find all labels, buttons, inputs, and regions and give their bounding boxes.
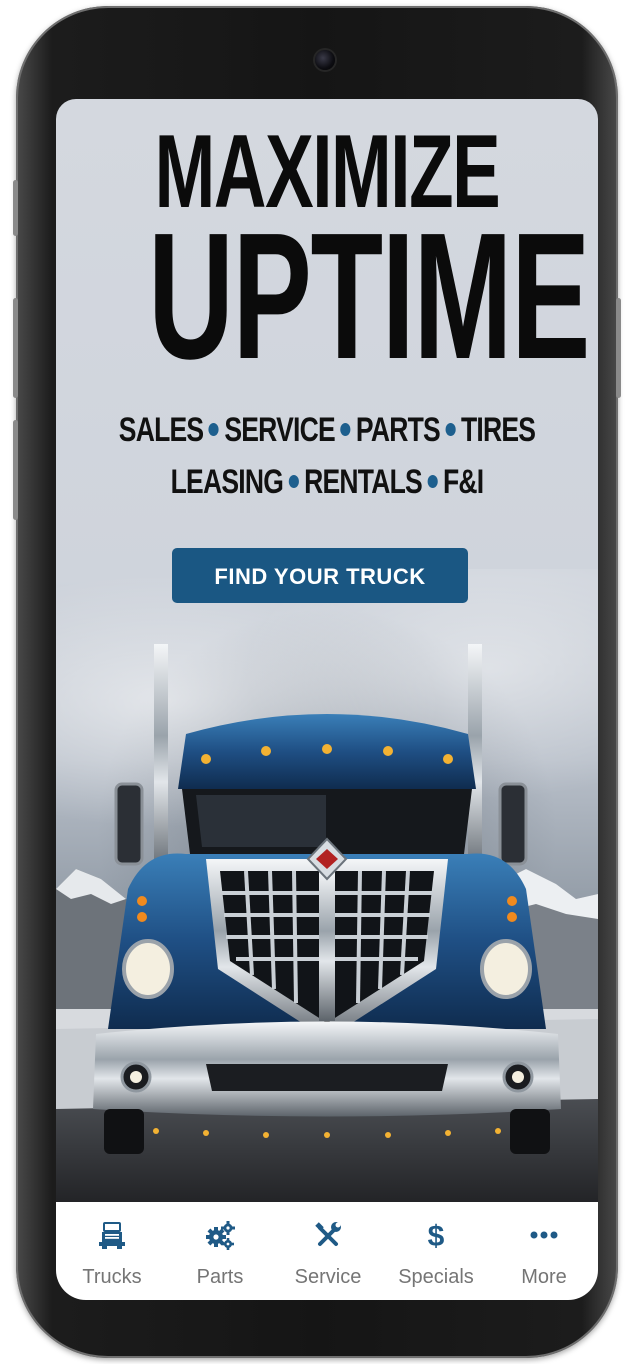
find-your-truck-button[interactable]: FIND YOUR TRUCK: [172, 548, 468, 603]
app-screen: MAXIMIZE UPTIME SALES SERVICE PARTS TIRES L…: [56, 99, 598, 1300]
headline-uptime: UPTIME: [148, 196, 590, 397]
tab-trucks-label: Trucks: [82, 1266, 142, 1288]
phone-volume-up-button: [13, 298, 18, 398]
tab-specials-label: Specials: [398, 1266, 474, 1288]
truck-hero-image: [56, 644, 598, 1202]
phone-side-button: [13, 180, 18, 236]
tab-service[interactable]: Service: [274, 1202, 382, 1300]
front-camera: [315, 50, 335, 70]
service-label-rentals: RENTALS: [304, 463, 423, 501]
gears-icon: [206, 1221, 235, 1250]
more-icon: [530, 1231, 558, 1239]
dollar-icon: $: [428, 1220, 445, 1250]
phone-power-button: [616, 298, 621, 398]
service-label-service: SERVICE: [224, 411, 335, 449]
tab-service-label: Service: [294, 1266, 362, 1288]
phone-volume-down-button: [13, 420, 18, 520]
tab-more[interactable]: More: [490, 1202, 598, 1300]
bullet-dot: [288, 475, 299, 489]
tools-icon: [315, 1222, 341, 1246]
tab-more-label: More: [521, 1266, 567, 1288]
tab-parts-label: Parts: [196, 1266, 244, 1288]
svg-text:$: $: [428, 1220, 445, 1250]
service-label-sales: SALES: [118, 411, 204, 449]
service-label-fi: F&I: [442, 463, 484, 501]
tab-parts[interactable]: Parts: [166, 1202, 274, 1300]
service-label-parts: PARTS: [355, 411, 441, 449]
bullet-dot: [340, 423, 351, 437]
service-label-tires: TIRES: [461, 411, 536, 449]
tab-specials[interactable]: $ Specials: [382, 1202, 490, 1300]
services-row-2: LEASING RENTALS F&I: [116, 463, 539, 502]
bullet-dot: [427, 475, 438, 489]
bottom-tab-bar: Trucks Parts Service $ Specials More: [56, 1202, 598, 1300]
truck-icon: [99, 1222, 125, 1249]
service-label-leasing: LEASING: [170, 463, 284, 501]
bullet-dot: [445, 423, 456, 437]
bullet-dot: [208, 423, 219, 437]
services-row-1: SALES SERVICE PARTS TIRES: [116, 411, 539, 450]
tab-trucks[interactable]: Trucks: [58, 1202, 166, 1300]
